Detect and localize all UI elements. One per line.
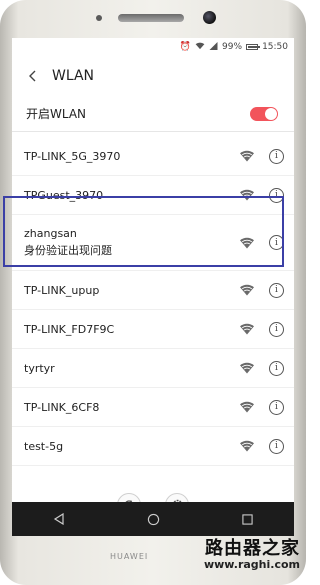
navigation-bar bbox=[12, 502, 294, 536]
phone-frame: ⏰ 99% 15:50 WLAN 开启WLAN TP-LINK_5G_3970 i… bbox=[0, 0, 306, 585]
network-text: TP-LINK_6CF8 bbox=[24, 401, 99, 414]
network-row[interactable]: TP-LINK_5G_3970 i bbox=[12, 137, 294, 176]
network-ssid: TP-LINK_upup bbox=[24, 283, 100, 297]
network-actions: i bbox=[239, 282, 284, 298]
front-camera bbox=[203, 11, 216, 24]
wifi-lock-icon bbox=[239, 284, 255, 296]
info-icon[interactable]: i bbox=[269, 438, 284, 454]
network-row[interactable]: TP-LINK_6CF8 i bbox=[12, 388, 294, 427]
screen: ⏰ 99% 15:50 WLAN 开启WLAN TP-LINK_5G_3970 i… bbox=[12, 38, 294, 534]
info-icon[interactable]: i bbox=[269, 399, 284, 415]
wifi-lock-icon bbox=[239, 323, 255, 335]
wifi-status-icon bbox=[195, 42, 205, 53]
wifi-lock-icon bbox=[239, 150, 255, 162]
nav-recents-icon[interactable] bbox=[238, 510, 256, 528]
network-row[interactable]: tyrtyr i bbox=[12, 349, 294, 388]
info-icon[interactable]: i bbox=[269, 148, 284, 164]
nav-home-icon[interactable] bbox=[144, 510, 162, 528]
network-text: TP-LINK_5G_3970 bbox=[24, 150, 120, 163]
network-ssid: tyrtyr bbox=[24, 361, 55, 375]
info-icon[interactable]: i bbox=[269, 282, 284, 298]
network-ssid: test-5g bbox=[24, 439, 64, 453]
back-arrow-icon[interactable] bbox=[24, 67, 42, 85]
highlight-annotation-box bbox=[3, 196, 284, 267]
status-time: 15:50 bbox=[262, 42, 288, 52]
network-actions: i bbox=[239, 438, 284, 454]
network-ssid: TP-LINK_6CF8 bbox=[24, 400, 100, 414]
battery-icon bbox=[246, 44, 261, 50]
network-text: TP-LINK_FD7F9C bbox=[24, 323, 114, 336]
network-actions: i bbox=[239, 360, 284, 376]
network-text: test-5g bbox=[24, 440, 63, 453]
wlan-toggle-label: 开启WLAN bbox=[26, 107, 87, 121]
network-ssid: TP-LINK_FD7F9C bbox=[24, 322, 115, 336]
network-ssid: TP-LINK_5G_3970 bbox=[24, 149, 121, 163]
network-row[interactable]: test-5g i bbox=[12, 427, 294, 466]
top-bezel bbox=[0, 0, 306, 38]
wifi-lock-icon bbox=[239, 440, 255, 452]
wlan-toggle-row[interactable]: 开启WLAN bbox=[12, 96, 294, 132]
page-title: WLAN bbox=[52, 68, 95, 84]
status-bar: ⏰ 99% 15:50 bbox=[12, 38, 294, 56]
alarm-icon: ⏰ bbox=[179, 41, 192, 52]
toggle-knob bbox=[265, 107, 277, 120]
watermark: 路由器之家 www.raghi.com bbox=[203, 538, 300, 571]
brand-logo: HUAWEI bbox=[110, 552, 149, 561]
network-row[interactable]: TP-LINK_FD7F9C i bbox=[12, 310, 294, 349]
sensor-dot bbox=[96, 15, 102, 21]
network-actions: i bbox=[239, 321, 284, 337]
signal-icon bbox=[209, 41, 218, 53]
info-icon[interactable]: i bbox=[269, 360, 284, 376]
network-actions: i bbox=[239, 148, 284, 164]
watermark-url: www.raghi.com bbox=[203, 557, 300, 571]
title-bar: WLAN bbox=[12, 56, 294, 96]
info-icon[interactable]: i bbox=[269, 321, 284, 337]
network-row[interactable]: TP-LINK_upup i bbox=[12, 271, 294, 310]
wlan-toggle-switch[interactable] bbox=[250, 106, 278, 121]
network-text: tyrtyr bbox=[24, 362, 55, 375]
network-list: TP-LINK_5G_3970 i TPGuest_3970 i zhangsan 身份验… bbox=[12, 137, 294, 466]
wifi-lock-icon bbox=[239, 401, 255, 413]
wifi-lock-icon bbox=[239, 362, 255, 374]
nav-back-icon[interactable] bbox=[50, 510, 68, 528]
earpiece-speaker bbox=[118, 14, 184, 22]
battery-fill bbox=[248, 46, 257, 48]
network-text: TP-LINK_upup bbox=[24, 284, 99, 297]
battery-percent: 99% bbox=[222, 42, 243, 52]
network-actions: i bbox=[239, 399, 284, 415]
watermark-name: 路由器之家 bbox=[205, 538, 300, 559]
